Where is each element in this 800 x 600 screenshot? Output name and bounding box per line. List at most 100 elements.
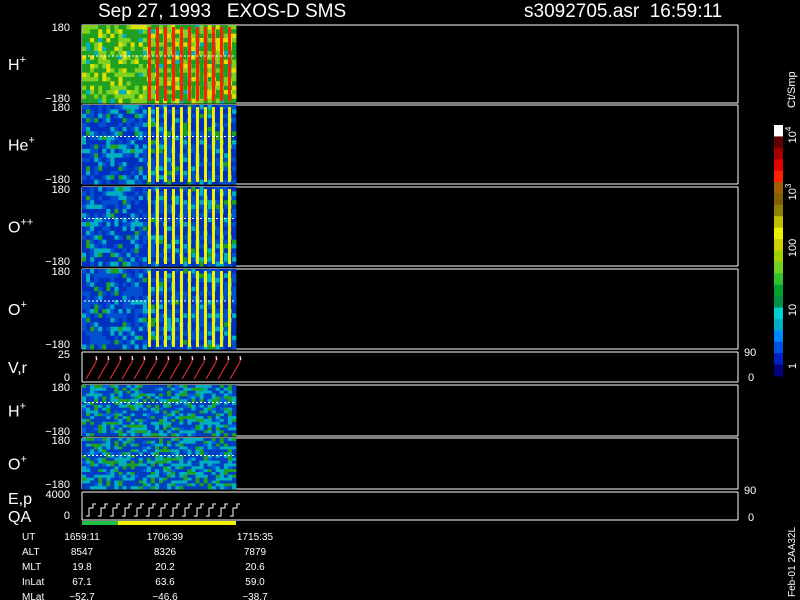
spectrogram-cell bbox=[138, 410, 144, 414]
spectrogram-cell bbox=[134, 443, 140, 447]
spectrogram-cell bbox=[227, 460, 233, 464]
spectrogram-cell bbox=[223, 144, 229, 150]
spectrogram-cell bbox=[215, 424, 221, 428]
spectrogram-cell bbox=[122, 179, 127, 185]
velocity-trace bbox=[169, 356, 181, 380]
spectrogram-cell bbox=[179, 477, 184, 481]
spectrogram-cell bbox=[142, 166, 148, 172]
spectrogram-cell bbox=[82, 77, 87, 82]
spectrogram-cell bbox=[138, 68, 144, 74]
spectrogram-cell bbox=[159, 98, 164, 104]
right-axis-top-label: 90 bbox=[744, 485, 756, 497]
spectrogram-cell bbox=[82, 486, 87, 490]
spectrogram-cell bbox=[94, 222, 99, 227]
spectrogram-cell bbox=[223, 421, 229, 426]
spectrogram-cell bbox=[134, 51, 140, 56]
spectrogram-cell bbox=[130, 399, 136, 403]
spectrogram-cell bbox=[142, 277, 148, 283]
spectrogram-cell bbox=[146, 449, 152, 453]
spectrogram-cell bbox=[82, 200, 87, 205]
spectrogram-cell bbox=[98, 77, 103, 82]
spectrogram-cell bbox=[134, 179, 140, 185]
footer-value: 20.2 bbox=[155, 562, 175, 573]
spectrogram-cell bbox=[98, 68, 103, 74]
spectrogram-cell bbox=[90, 191, 95, 197]
spectrogram-cell bbox=[138, 230, 144, 236]
spectrogram-cell bbox=[231, 282, 237, 288]
spectrogram-cell bbox=[175, 140, 180, 145]
spectrogram-cell bbox=[102, 457, 107, 462]
spectrogram-cell bbox=[203, 483, 209, 487]
footer-ephemeris: UT 1659:11 1706:39 1715:35ALT 8547 8326 7879ML… bbox=[22, 532, 274, 600]
spectrogram-cell bbox=[183, 195, 188, 201]
spectrogram-cell bbox=[167, 208, 172, 214]
spectrogram-cell bbox=[179, 427, 184, 431]
spectrogram-cell bbox=[231, 140, 237, 145]
spectrogram-cell bbox=[106, 118, 111, 123]
spectrogram-cell bbox=[191, 51, 196, 56]
spectrogram-cell bbox=[94, 140, 99, 145]
spectrogram-cell bbox=[134, 226, 140, 232]
spectrogram-cell bbox=[98, 38, 103, 43]
spectrogram-cell bbox=[106, 486, 111, 490]
spectrogram-cell bbox=[90, 213, 95, 219]
spectrogram-cell bbox=[142, 81, 148, 87]
spectrogram-cell bbox=[142, 131, 148, 137]
spectrogram-cell bbox=[122, 51, 127, 56]
spectrogram-cell bbox=[86, 244, 91, 249]
spectrogram-cell bbox=[150, 248, 156, 254]
spectrogram-cell bbox=[142, 387, 148, 392]
spectrogram-cell bbox=[110, 29, 115, 35]
spectrogram-cell bbox=[207, 122, 213, 128]
spectrogram-cell bbox=[207, 94, 213, 100]
spectrogram-cell bbox=[118, 248, 123, 254]
spectrogram-cell bbox=[223, 396, 229, 400]
spectrogram-cell bbox=[122, 195, 127, 201]
spectrogram-streak bbox=[204, 189, 207, 264]
spectrogram-cell bbox=[142, 90, 148, 95]
spectrogram-cell bbox=[215, 385, 221, 389]
spectrogram-cell bbox=[199, 317, 204, 323]
energy-step-trace bbox=[122, 503, 132, 517]
spectrogram-cell bbox=[199, 335, 204, 341]
spectrogram-cell bbox=[110, 204, 115, 210]
spectrogram-cell bbox=[223, 261, 229, 267]
spectrogram-cell bbox=[90, 304, 95, 310]
spectrogram-cell bbox=[199, 248, 204, 254]
spectrogram-cell bbox=[86, 446, 91, 450]
spectrogram-cell bbox=[110, 273, 115, 279]
spectrogram-cell bbox=[110, 399, 115, 403]
spectrogram-streak bbox=[220, 27, 223, 101]
spectrogram-cell bbox=[86, 295, 91, 301]
spectrogram-cell bbox=[215, 200, 221, 205]
spectrogram-cell bbox=[183, 170, 188, 176]
spectrogram-cell bbox=[159, 269, 164, 274]
spectrogram-cell bbox=[207, 440, 213, 445]
spectrogram-cell bbox=[102, 98, 107, 104]
spectrogram-cell bbox=[223, 269, 229, 274]
spectrogram-cell bbox=[183, 257, 188, 263]
colorbar-swatch bbox=[774, 182, 783, 194]
spectrogram-cell bbox=[150, 38, 156, 43]
spectrogram-cell bbox=[215, 204, 221, 210]
spectrogram-cell bbox=[118, 326, 123, 332]
spectrogram-cell bbox=[118, 191, 123, 197]
spectrogram-cell bbox=[167, 477, 172, 481]
spectrogram-cell bbox=[175, 419, 180, 423]
spectrogram-cell bbox=[175, 131, 180, 137]
spectrogram-streak bbox=[156, 27, 159, 101]
spectrogram-cell bbox=[102, 427, 107, 431]
spectrogram-cell bbox=[122, 244, 127, 249]
spectrogram-cell bbox=[126, 457, 132, 462]
spectrogram-cell bbox=[110, 322, 115, 328]
spectrogram-cell bbox=[134, 419, 140, 423]
spectrogram-cell bbox=[199, 226, 204, 232]
spectrogram-cell bbox=[90, 113, 95, 119]
spectrogram-cell bbox=[211, 407, 217, 411]
spectrogram-cell bbox=[138, 480, 144, 484]
spectrogram-cell bbox=[122, 438, 127, 442]
spectrogram-cell bbox=[150, 466, 156, 470]
spectrogram-cell bbox=[215, 59, 221, 65]
spectrogram-cell bbox=[138, 407, 144, 411]
spectrogram-cell bbox=[126, 407, 132, 411]
